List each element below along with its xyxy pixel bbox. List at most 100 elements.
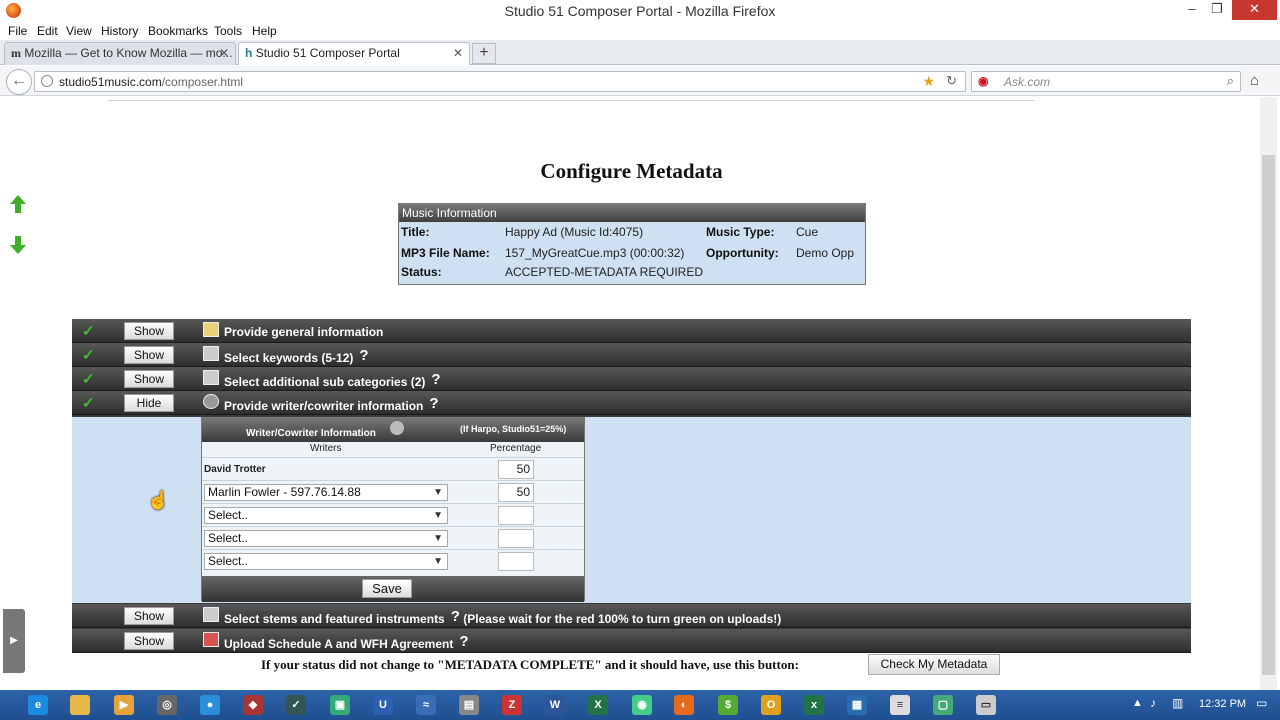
tab-label: Studio 51 Composer Portal <box>255 46 400 60</box>
percentage-input[interactable] <box>498 506 534 525</box>
tab-studio51[interactable]: h Studio 51 Composer Portal ✕ <box>238 42 470 65</box>
table-row: David Trotter 50 <box>202 457 584 480</box>
firefox-icon[interactable]: ◐ <box>674 695 694 715</box>
menu-tools[interactable]: Tools <box>214 24 242 38</box>
restore-button[interactable]: ❐ <box>1205 0 1229 20</box>
percentage-input[interactable] <box>498 552 534 571</box>
chevron-down-icon: ▼ <box>433 556 443 567</box>
url-bar[interactable]: studio51music.com/composer.html ★ ↻ <box>34 71 966 92</box>
filezilla-icon[interactable]: Z <box>502 695 522 715</box>
pencil-note-icon <box>203 322 219 337</box>
ie-icon[interactable]: e <box>28 695 48 715</box>
opportunity-value: Demo Opp <box>796 246 855 260</box>
writer-select[interactable]: Marlin Fowler - 597.76.14.88 ▼ <box>204 484 448 501</box>
app-icon[interactable]: U <box>373 695 393 715</box>
percentage-input[interactable] <box>498 529 534 548</box>
writers-column-header: Writers <box>310 443 342 454</box>
chrome-icon[interactable]: ◉ <box>632 695 652 715</box>
word-icon[interactable]: W <box>545 695 565 715</box>
search-bar[interactable]: ◉ Ask.com ⌕ <box>971 71 1241 92</box>
save-button[interactable]: Save <box>362 579 412 598</box>
app-icon[interactable]: ▢ <box>933 695 953 715</box>
m-icon: m <box>11 46 21 60</box>
search-icon[interactable]: ⌕ <box>1227 73 1234 89</box>
menu-file[interactable]: File <box>8 24 27 38</box>
status-label: Status: <box>401 265 442 279</box>
title-value: Happy Ad (Music Id:4075) <box>505 225 644 239</box>
writer-select[interactable]: Select.. ▼ <box>204 530 448 547</box>
notepad-icon[interactable]: ≡ <box>890 695 910 715</box>
percentage-input[interactable]: 50 <box>498 483 534 502</box>
show-general-button[interactable]: Show <box>124 322 174 340</box>
people-icon <box>390 421 404 435</box>
app-icon[interactable]: ▦ <box>847 695 867 715</box>
show-stems-button[interactable]: Show <box>124 607 174 625</box>
writer-select[interactable]: Select.. ▼ <box>204 507 448 524</box>
app-icon[interactable]: ✓ <box>286 695 306 715</box>
app-icon[interactable]: ● <box>200 695 220 715</box>
folder-icon[interactable] <box>70 695 90 715</box>
app-icon[interactable]: ▤ <box>459 695 479 715</box>
reload-icon[interactable]: ↻ <box>946 73 957 89</box>
music-info-box: Music Information Title: Happy Ad (Music… <box>398 203 866 285</box>
app-icon[interactable]: ▭ <box>976 695 996 715</box>
app-icon[interactable]: O <box>761 695 781 715</box>
volume-icon[interactable]: ♪ <box>1150 696 1156 710</box>
media-icon[interactable]: ▶ <box>114 695 134 715</box>
app-icon[interactable]: ▣ <box>330 695 350 715</box>
tab-close-icon[interactable]: ✕ <box>219 43 229 64</box>
menu-help[interactable]: Help <box>252 24 277 38</box>
show-keywords-button[interactable]: Show <box>124 346 174 364</box>
menu-bookmarks[interactable]: Bookmarks <box>148 24 208 38</box>
writer-table-title: Writer/Cowriter Information <box>246 428 376 439</box>
network-icon[interactable]: ▥ <box>1172 696 1183 710</box>
help-icon[interactable]: ? <box>431 371 440 388</box>
writer-select[interactable]: Select.. ▼ <box>204 553 448 570</box>
help-icon[interactable]: ? <box>429 395 438 412</box>
tab-mozilla[interactable]: m Mozilla — Get to Know Mozilla — mo... … <box>4 42 236 65</box>
tab-close-icon[interactable]: ✕ <box>453 43 463 64</box>
help-icon[interactable]: ? <box>359 347 368 364</box>
page-title: Configure Metadata <box>540 159 723 183</box>
excel-icon[interactable]: X <box>588 695 608 715</box>
menu-history[interactable]: History <box>101 24 138 38</box>
menu-edit[interactable]: Edit <box>37 24 58 38</box>
help-icon[interactable]: ? <box>459 633 468 650</box>
excel-icon[interactable]: x <box>804 695 824 715</box>
section-label: Select additional sub categories (2)? <box>224 371 441 389</box>
side-panel-toggle-icon[interactable]: ▶ <box>3 609 25 673</box>
hide-writers-button[interactable]: Hide <box>124 394 174 412</box>
ask-logo-icon[interactable]: ◉ <box>978 74 988 88</box>
globe-icon <box>41 75 53 87</box>
new-tab-button[interactable]: + <box>472 43 496 64</box>
show-schedule-button[interactable]: Show <box>124 632 174 650</box>
notification-icon[interactable]: ▭ <box>1256 696 1267 710</box>
help-icon[interactable]: ? <box>451 608 460 625</box>
chevron-down-icon: ▼ <box>433 487 443 498</box>
menu-view[interactable]: View <box>66 24 92 38</box>
check-metadata-button[interactable]: Check My Metadata <box>868 654 1000 675</box>
tray-arrow-icon[interactable]: ▲ <box>1132 697 1143 709</box>
app-icon[interactable]: ◎ <box>157 695 177 715</box>
scrollbar-thumb[interactable] <box>1262 155 1275 675</box>
percentage-input[interactable]: 50 <box>498 460 534 479</box>
home-icon[interactable]: ⌂ <box>1250 72 1259 89</box>
taskbar-clock[interactable]: 12:32 PM <box>1199 698 1246 710</box>
bookmark-star-icon[interactable]: ★ <box>922 73 935 90</box>
show-subcategories-button[interactable]: Show <box>124 370 174 388</box>
windows-taskbar: e ▶ ◎ ● ◆ ✓ ▣ U ≈ ▤ Z W X ◉ ◐ $ O x ▦ ≡ … <box>0 690 1280 720</box>
section-label: Select keywords (5-12)? <box>224 347 369 365</box>
close-window-button[interactable]: ✕ <box>1232 0 1277 20</box>
app-icon[interactable]: ◆ <box>243 695 263 715</box>
app-icon[interactable]: $ <box>718 695 738 715</box>
window-title: Studio 51 Composer Portal - Mozilla Fire… <box>504 3 776 19</box>
scroll-up-icon[interactable] <box>9 194 27 214</box>
check-icon: ✓ <box>82 395 95 412</box>
minimize-button[interactable]: – <box>1180 0 1204 20</box>
harpo-note: (If Harpo, Studio51=25%) <box>460 424 567 434</box>
status-value: ACCEPTED-METADATA REQUIRED <box>505 265 704 279</box>
table-row: Marlin Fowler - 597.76.14.88 ▼ 50 <box>202 480 584 503</box>
back-arrow-icon[interactable]: ← <box>6 69 32 95</box>
app-icon[interactable]: ≈ <box>416 695 436 715</box>
scroll-down-icon[interactable] <box>9 235 27 255</box>
